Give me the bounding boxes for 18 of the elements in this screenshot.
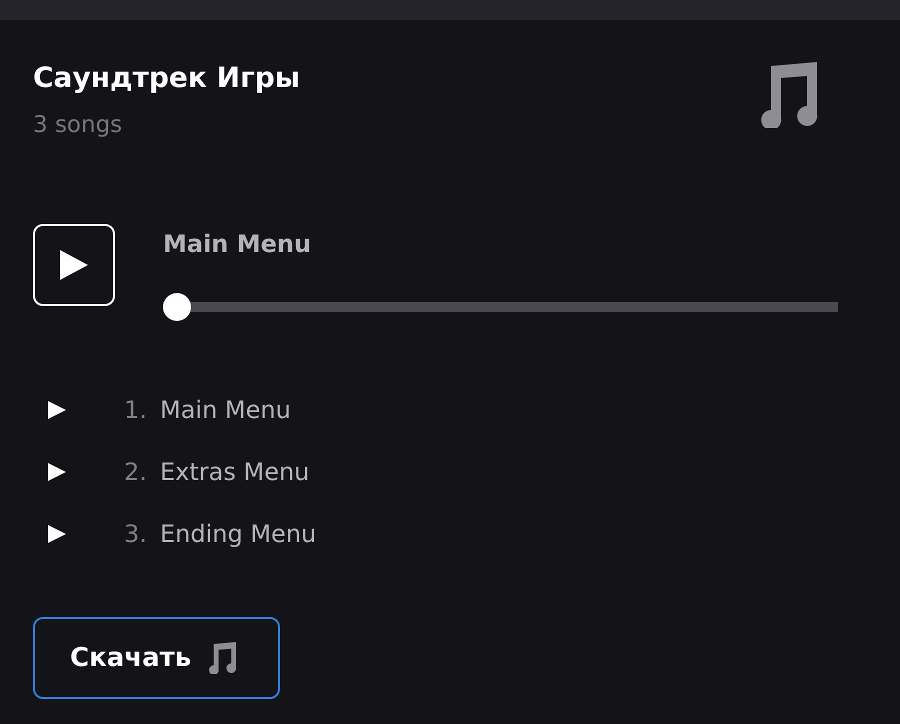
track-title[interactable]: Extras Menu	[160, 454, 310, 490]
album-title: Саундтрек Игры	[33, 60, 300, 96]
download-button[interactable]: Скачать	[33, 617, 280, 699]
play-icon	[60, 250, 88, 280]
track-title[interactable]: Main Menu	[160, 392, 291, 428]
now-playing-title: Main Menu	[163, 229, 312, 260]
track-number: 3.	[124, 519, 148, 550]
track-number: 1.	[124, 395, 148, 426]
song-count: 3 songs	[33, 111, 124, 140]
progress-slider[interactable]	[163, 293, 838, 321]
play-button[interactable]	[33, 224, 115, 306]
play-icon[interactable]	[48, 463, 66, 481]
slider-thumb[interactable]	[163, 293, 191, 321]
play-icon[interactable]	[48, 525, 66, 543]
track-number: 2.	[124, 457, 148, 488]
music-note-icon	[207, 642, 238, 674]
play-icon[interactable]	[48, 401, 66, 419]
track-title[interactable]: Ending Menu	[160, 516, 316, 552]
